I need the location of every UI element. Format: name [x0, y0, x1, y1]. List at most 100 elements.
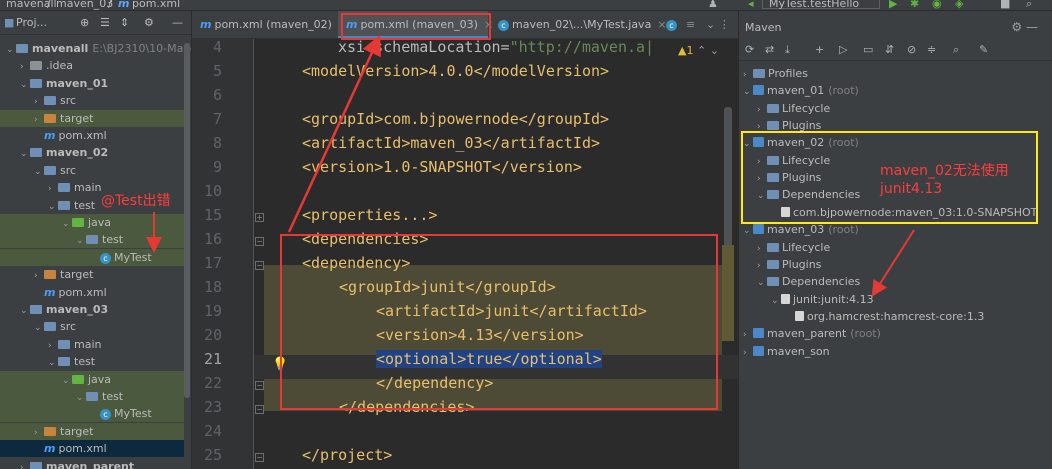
reload-icon[interactable]: ⟳	[745, 43, 754, 56]
project-tree-row[interactable]: ⌄ java	[0, 370, 184, 388]
chevron-up-icon[interactable]: ⌃	[697, 44, 706, 57]
project-tree-row[interactable]: m pom.xml	[0, 440, 184, 458]
project-tree-row[interactable]: ⌄ maven_02	[0, 144, 184, 161]
search-icon[interactable]: ⌕	[1026, 0, 1032, 10]
collapse-all-icon[interactable]: ☰	[100, 16, 110, 29]
fold-project-end-icon[interactable]: −	[255, 453, 264, 462]
maven-tree-row[interactable]: ⌄ maven_01 (root)	[743, 82, 859, 99]
chevron-down-icon[interactable]: ⌄	[771, 293, 781, 310]
project-tree-row[interactable]: ⌄ test	[0, 231, 184, 249]
gear-icon[interactable]: ⚙ —	[1011, 20, 1038, 34]
run-maven-icon[interactable]: ▷	[839, 43, 847, 56]
fold-dependency-end-icon[interactable]: −	[255, 381, 264, 390]
analyze-icon[interactable]: ⌕	[953, 43, 959, 57]
maven-tree-row[interactable]: ⌄ junit:junit:4.13	[771, 291, 874, 308]
project-tree-row[interactable]: ⌄ mavenall E:\BJ2310\10-Mave	[0, 40, 191, 57]
stop-icon[interactable]: ■	[1000, 0, 1010, 10]
maven-tree-label: Dependencies	[782, 275, 861, 289]
fold-dependencies-end-icon[interactable]: −	[255, 405, 264, 414]
chevron-down-icon[interactable]: ⌄	[757, 275, 767, 292]
project-tree-row[interactable]: › target	[0, 109, 184, 127]
project-tree-row[interactable]: › target	[0, 266, 184, 283]
chevron-right-icon[interactable]: ›	[20, 460, 30, 469]
maven-tree-row[interactable]: org.hamcrest:hamcrest-core:1.3	[785, 308, 984, 325]
project-tree-row[interactable]: ⌄ test	[0, 388, 184, 405]
settings-wrench-icon[interactable]: ✎	[979, 43, 988, 56]
hide-icon[interactable]: —	[172, 16, 183, 29]
maven-tree-row[interactable]: › Plugins	[757, 256, 821, 273]
tab-overflow[interactable]: c ≡	[658, 11, 695, 38]
maven-tree-row[interactable]: ⌄ Dependencies	[757, 273, 860, 290]
code-line[interactable]: <modelVersion>4.0.0</modelVersion>	[302, 62, 609, 80]
maven-tree-row[interactable]: › Lifecycle	[757, 239, 830, 256]
debug-icon[interactable]: ✱	[910, 0, 919, 10]
tab-pom-maven-02[interactable]: mpom.xml (maven_02)×	[192, 11, 347, 38]
project-tree-row[interactable]: m pom.xml	[0, 284, 184, 301]
tab-menu[interactable]: ⌄ ⋮	[698, 11, 738, 38]
line-number: 8	[212, 134, 222, 152]
inspection-widget[interactable]: ▲1 ⌃ ⌄	[678, 44, 719, 57]
project-tree-row[interactable]: ⌄ test	[0, 353, 184, 370]
expand-icon[interactable]: ⇕	[120, 16, 129, 29]
project-tree-row[interactable]: c MyTest	[0, 248, 184, 266]
collapse-icon[interactable]: ≑	[927, 43, 936, 56]
project-tree-row[interactable]: › maven_parent	[0, 458, 184, 469]
maven-tree-row[interactable]: › maven_parent (root)	[743, 325, 881, 342]
line-number: 18	[203, 278, 222, 296]
code-line[interactable]: xsi:schemaLocation="http://maven.a|	[338, 39, 654, 56]
breadcrumb-pom[interactable]: pom.xml	[132, 0, 180, 10]
project-icon: ■	[4, 16, 15, 29]
tab-mytest-java[interactable]: c maven_02\...\MyTest.java ×	[490, 11, 667, 38]
project-view-selector[interactable]: Proj...	[16, 16, 47, 29]
maven-tree-row[interactable]: › Profiles	[743, 65, 808, 82]
warning-count: 1	[686, 44, 694, 57]
code-line[interactable]: <properties...>	[302, 206, 437, 224]
chevron-down-icon[interactable]: ⌄	[710, 44, 719, 57]
project-tree-row[interactable]: ⌄ src	[0, 162, 184, 179]
project-tree-row[interactable]: c MyTest	[0, 405, 184, 423]
download-icon[interactable]: ⤓	[785, 43, 790, 57]
project-tree-row[interactable]: › target	[0, 422, 184, 440]
maven-tree-row[interactable]: › maven_son	[743, 343, 830, 360]
project-tree-row[interactable]: › .idea	[0, 57, 184, 74]
code-line[interactable]: <groupId>com.bjpowernode</groupId>	[302, 110, 609, 128]
profile-icon[interactable]: ◈	[955, 0, 963, 10]
dependency-icon	[795, 310, 804, 321]
user-icon[interactable]: ♟	[708, 0, 718, 10]
maven-tree-row[interactable]: › Lifecycle	[757, 100, 830, 117]
project-tree-row[interactable]: ⌄ java	[0, 214, 184, 231]
breadcrumb-maven-03[interactable]: maven_03	[56, 0, 113, 10]
locate-icon[interactable]: ⊕	[80, 16, 89, 29]
run-configuration-selector[interactable]: MyTest.testHello	[762, 0, 880, 10]
folder-icon	[30, 305, 42, 314]
add-icon[interactable]: +	[815, 43, 824, 56]
project-tree-row[interactable]: › src	[0, 92, 184, 109]
chevron-down-icon[interactable]: ⌄	[743, 223, 753, 240]
fold-dependency-icon[interactable]: −	[255, 261, 264, 270]
execute-goal-icon[interactable]: ▭	[863, 43, 873, 56]
run-icon[interactable]: ▶	[889, 0, 897, 10]
coverage-icon[interactable]: ◉	[932, 0, 942, 10]
generate-sources-icon[interactable]: ⇄	[765, 43, 774, 56]
toggle-offline-icon[interactable]: ⇵	[885, 43, 894, 56]
skip-tests-icon[interactable]: ⊘	[907, 43, 916, 56]
fold-properties-icon[interactable]: +	[255, 213, 264, 222]
close-icon[interactable]: ≡	[686, 18, 695, 31]
code-line[interactable]: <artifactId>maven_03</artifactId>	[302, 134, 600, 152]
chevron-down-icon[interactable]: ⌄	[743, 84, 753, 101]
code-line[interactable]: <version>1.0-SNAPSHOT</version>	[302, 158, 582, 176]
chevron-right-icon[interactable]: ›	[743, 345, 753, 362]
root-badge: (root)	[850, 327, 881, 341]
project-tree-row[interactable]: ⌄ maven_03	[0, 301, 184, 318]
project-tree-row[interactable]: ⌄ maven_01	[0, 75, 184, 92]
code-text: <artifactId>maven_03</artifactId>	[302, 134, 601, 152]
fold-dependencies-icon[interactable]: −	[255, 237, 264, 246]
gear-icon[interactable]: ⚙	[144, 16, 154, 29]
project-tree-row[interactable]: › main	[0, 336, 184, 353]
project-tree-row[interactable]: m pom.xml	[0, 127, 184, 144]
project-tree-row[interactable]: ⌄ src	[0, 318, 184, 335]
line-number: 19	[203, 302, 222, 320]
project-scrollbar[interactable]	[184, 43, 190, 398]
code-line[interactable]: </project>	[302, 446, 392, 464]
folder-icon	[58, 339, 70, 349]
